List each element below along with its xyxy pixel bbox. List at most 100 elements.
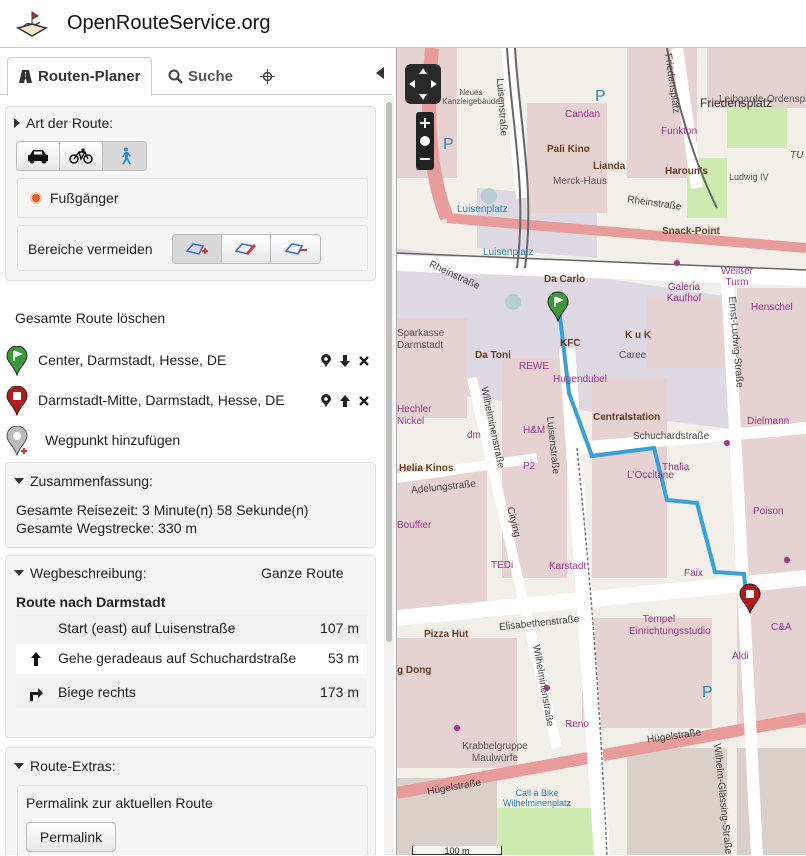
step-distance: 173 m [320, 684, 359, 700]
move-up-icon[interactable] [339, 394, 351, 408]
permalink-button[interactable]: Permalink [26, 822, 116, 852]
car-mode-button[interactable] [17, 142, 60, 170]
permalink-title: Permalink zur aktuellen Route [26, 795, 213, 811]
map-label-tempel: Tempel Einrichtungsstudio [629, 614, 711, 637]
map-label-pizza-hut: Pizza Hut [424, 629, 469, 640]
polygon-edit-icon [234, 243, 256, 255]
road-icon [19, 70, 32, 83]
avoid-draw-button[interactable] [173, 235, 222, 263]
app-header: OpenRouteService.org [0, 0, 806, 48]
add-waypoint-row[interactable]: Wegpunkt hinzufügen [0, 424, 380, 460]
avoid-edit-button[interactable] [222, 235, 271, 263]
map-label-reno: Reno [565, 719, 589, 730]
map-parking-icon: P [595, 88, 606, 105]
add-waypoint-pin-icon[interactable] [6, 426, 28, 456]
map-label-aldi: Aldi [732, 651, 749, 662]
map-label-dm: dm [467, 430, 481, 441]
map-zoom-control[interactable] [416, 112, 434, 170]
end-address[interactable]: Darmstadt-Mitte, Darmstadt, Hesse, DE [38, 392, 285, 408]
step-text: Biege rechts [58, 684, 136, 700]
crosshair-icon [260, 69, 275, 84]
waypoint-start-row: Center, Darmstadt, Hesse, DE [0, 344, 380, 380]
direction-step[interactable]: Biege rechts 173 m [16, 678, 367, 708]
search-icon [168, 69, 183, 84]
start-address[interactable]: Center, Darmstadt, Hesse, DE [38, 352, 226, 368]
polygon-add-icon [185, 243, 208, 255]
map-label-da-toni: Da Toni [475, 350, 511, 361]
move-down-icon[interactable] [339, 354, 351, 368]
selected-mode-label: Fußgänger [50, 190, 119, 206]
selected-mode-box: Fußgänger [17, 178, 368, 218]
tab-bar: Routen-Planer Suche [0, 48, 392, 96]
summary-header[interactable]: Zusammenfassung: [14, 473, 153, 489]
map-parking-icon: P [443, 136, 454, 153]
remove-icon[interactable] [358, 394, 370, 408]
map-label-p2: P2 [523, 461, 536, 472]
route-panel: Routen-Planer Suche Art der Route: Fußgä… [0, 48, 397, 855]
locate-pin-icon[interactable] [320, 394, 332, 408]
map-scale-bar: 100 m [412, 846, 502, 856]
summary-section: Zusammenfassung: Gesamte Reisezeit: 3 Mi… [5, 462, 376, 548]
directions-heading: Wegbeschreibung: [30, 565, 147, 581]
map-label-schuchardstrasse: Schuchardstraße [633, 431, 710, 442]
collapse-caret-icon [14, 478, 24, 484]
map-label-funkton: Funkton [661, 126, 698, 137]
avoid-areas-box: Bereiche vermeiden [17, 225, 368, 271]
route-extras-header[interactable]: Route-Extras: [14, 758, 116, 774]
direction-step[interactable]: Gehe geradeaus auf Schuchardstraße 53 m [16, 644, 367, 674]
collapse-panel-icon[interactable] [374, 67, 386, 79]
directions-section: Wegbeschreibung: Ganze Route Route nach … [5, 555, 376, 738]
map-pan-control[interactable] [405, 64, 441, 104]
pedestrian-icon [121, 147, 131, 164]
remove-icon[interactable] [358, 354, 370, 368]
map-view[interactable]: Luisenstraße Friedensplatz Leibgarde-Ord… [397, 48, 806, 855]
map-label-krabbelgruppe: Krabbelgruppe Maulwürfe [462, 741, 528, 764]
bicycle-icon [69, 148, 93, 164]
map-label-weisser-turm: Weißer Turm [720, 266, 754, 288]
route-type-header[interactable]: Art der Route: [14, 115, 113, 131]
step-text: Start (east) auf Luisenstraße [58, 620, 236, 636]
clear-route-link[interactable]: Gesamte Route löschen [15, 310, 165, 326]
collapse-caret-icon [14, 763, 24, 769]
map-label-call-a-bike: Call a Bike Wilhelminenplatz [502, 788, 572, 808]
car-icon [28, 150, 48, 164]
summary-heading: Zusammenfassung: [30, 473, 153, 489]
polygon-delete-icon [284, 243, 307, 255]
end-pin-icon[interactable] [6, 386, 28, 416]
start-pin-icon[interactable] [6, 346, 28, 376]
map-label-ca: C&A [771, 622, 792, 633]
step-text: Gehe geradeaus auf Schuchardstraße [58, 650, 297, 666]
route-extras-section: Route-Extras: Permalink zur aktuellen Ro… [5, 747, 376, 855]
step-distance: 107 m [320, 620, 359, 636]
map-label-hechler: Hechler Nickel [397, 404, 432, 427]
map-label-faix: Faix [684, 568, 703, 579]
directions-title: Route nach Darmstadt [16, 594, 166, 610]
transport-mode-group [16, 141, 147, 171]
map-label-luisenplatz: Luisenplatz [457, 204, 508, 215]
route-extras-heading: Route-Extras: [30, 758, 116, 774]
locate-pin-icon[interactable] [320, 354, 332, 368]
map-label-hm: H&M [523, 425, 546, 436]
mode-radio[interactable] [30, 192, 42, 204]
permalink-box: Permalink zur aktuellen Route Permalink [17, 785, 368, 855]
directions-header[interactable]: Wegbeschreibung: [14, 565, 146, 581]
step-distance: 53 m [327, 650, 359, 666]
add-waypoint-label[interactable]: Wegpunkt hinzufügen [45, 432, 180, 448]
expand-caret-icon [14, 118, 20, 128]
whole-route-link[interactable]: Ganze Route [261, 565, 344, 581]
site-title[interactable]: OpenRouteService.org [67, 12, 270, 35]
tab-search[interactable]: Suche [158, 57, 243, 96]
walk-mode-button[interactable] [103, 142, 146, 170]
pan-arrows-icon [409, 68, 437, 100]
tab-locate[interactable] [250, 57, 285, 96]
direction-step[interactable]: Start (east) auf Luisenstraße 107 m [16, 614, 367, 644]
avoid-delete-button[interactable] [271, 235, 320, 263]
map-label-da-carlo: Da Carlo [544, 274, 586, 285]
scrollbar-thumb[interactable] [386, 102, 392, 642]
bike-mode-button[interactable] [60, 142, 103, 170]
map-label-rewe: REWE [519, 361, 549, 372]
map-label-helia: Helia Kinos [399, 463, 454, 474]
logo-icon[interactable] [14, 6, 50, 42]
map-label-sparkasse: Sparkasse Darmstadt [397, 328, 445, 351]
tab-route-planner[interactable]: Routen-Planer [7, 57, 152, 96]
